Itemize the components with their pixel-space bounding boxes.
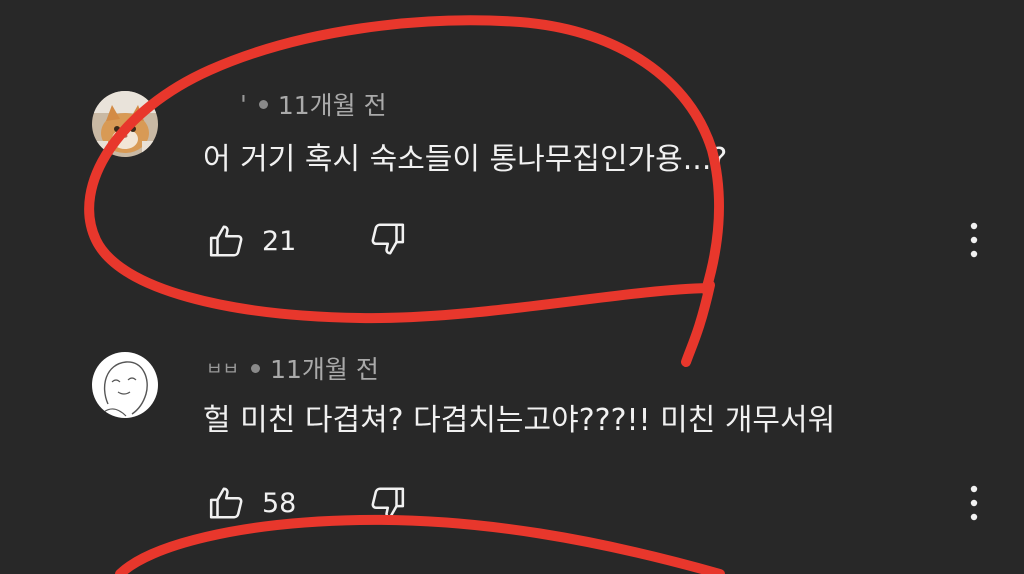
author-name[interactable]: ㅂㅂ <box>206 355 239 381</box>
doodle-face-avatar-icon <box>92 352 158 418</box>
red-annotation-circle <box>84 15 725 574</box>
avatar[interactable] <box>92 91 158 157</box>
comment-time: 11개월 전 <box>277 91 387 120</box>
more-vertical-icon[interactable] <box>962 483 986 523</box>
like-count: 21 <box>262 226 297 257</box>
comment-text: 헐 미친 다겹쳐? 다겹치는고야???!! 미친 개무서워 <box>203 403 836 438</box>
cat-photo-avatar-icon <box>92 91 158 157</box>
more-vertical-icon[interactable] <box>962 220 986 260</box>
comment-meta: ㅂㅂ 11개월 전 <box>200 352 379 384</box>
thumbs-down-icon[interactable] <box>368 484 406 522</box>
separator-dot <box>258 99 268 109</box>
avatar[interactable] <box>92 352 158 418</box>
comment-time: 11개월 전 <box>270 355 379 384</box>
comment-text: 어 거기 혹시 숙소들이 통나무집인가용...? <box>203 142 728 177</box>
thumbs-up-icon[interactable] <box>208 222 246 260</box>
author-name[interactable]: ' <box>240 90 247 119</box>
comment-meta: ' 11개월 전 <box>200 88 387 121</box>
like-count: 58 <box>262 488 297 519</box>
thumbs-up-icon[interactable] <box>208 484 246 522</box>
separator-dot <box>251 363 261 373</box>
thumbs-down-icon[interactable] <box>368 220 406 258</box>
